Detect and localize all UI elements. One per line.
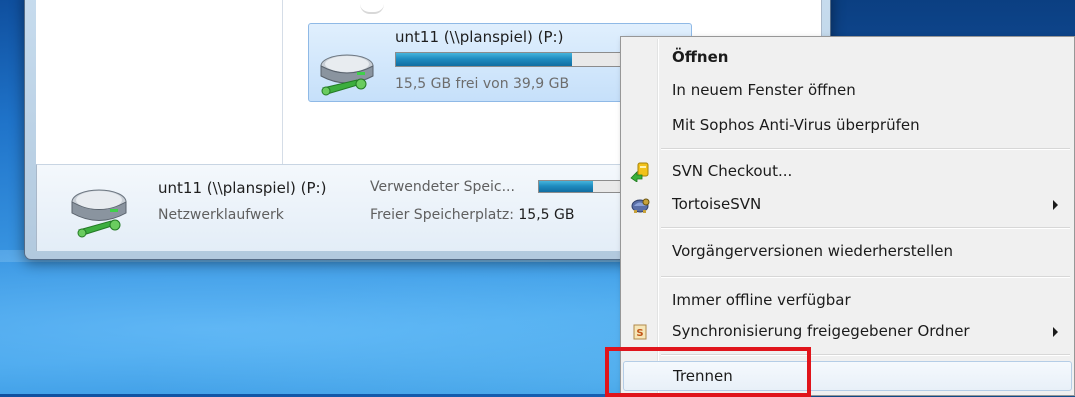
menu-item-svn-checkout[interactable]: SVN Checkout... — [623, 157, 1072, 187]
network-drive-icon — [320, 54, 374, 96]
details-usage-bar-fill — [539, 181, 593, 192]
sync-folder-icon: S — [633, 324, 647, 340]
menu-item-label: SVN Checkout... — [672, 162, 793, 180]
menu-item-tortoisesvn[interactable]: TortoiseSVN — [623, 190, 1072, 220]
tortoise-svn-icon — [631, 198, 650, 213]
drive-usage-bar-fill — [396, 53, 572, 66]
menu-item-open-new-window[interactable]: In neuem Fenster öffnen — [623, 76, 1072, 106]
context-menu: Öffnen In neuem Fenster öffnen Mit Sopho… — [620, 36, 1075, 396]
menu-item-label: TortoiseSVN — [672, 195, 762, 213]
details-used-space-label: Verwendeter Speic... — [370, 179, 515, 195]
navigation-pane[interactable] — [36, 0, 283, 164]
menu-item-restore-previous-versions[interactable]: Vorgängerversionen wiederherstellen — [623, 237, 1072, 267]
menu-item-label: Öffnen — [672, 48, 729, 66]
network-drive-icon — [71, 189, 127, 238]
svn-checkout-icon — [630, 162, 649, 182]
details-free-space-value: 15,5 GB — [518, 207, 575, 223]
menu-item-label: Mit Sophos Anti-Virus überprüfen — [672, 116, 920, 134]
drive-tile-name: unt11 (\\planspiel) (P:) — [395, 28, 564, 46]
menu-item-label: In neuem Fenster öffnen — [672, 81, 856, 99]
svg-text:S: S — [636, 328, 643, 339]
annotation-highlight-box — [605, 347, 811, 397]
menu-item-label: Immer offline verfügbar — [672, 291, 851, 309]
menu-item-sophos-scan[interactable]: Mit Sophos Anti-Virus überprüfen — [623, 111, 1072, 141]
menu-item-always-offline[interactable]: Immer offline verfügbar — [623, 286, 1072, 316]
submenu-arrow-icon — [1053, 327, 1058, 337]
menu-item-sync-shared-folder[interactable]: S Synchronisierung freigegebener Ordner — [623, 317, 1072, 347]
menu-separator — [661, 276, 1070, 278]
details-drive-name: unt11 (\\planspiel) (P:) — [158, 179, 327, 197]
menu-item-open[interactable]: Öffnen — [623, 43, 1072, 73]
details-free-space: Freier Speicherplatz: 15,5 GB — [370, 207, 574, 223]
submenu-arrow-icon — [1053, 200, 1058, 210]
menu-item-label: Synchronisierung freigegebener Ordner — [672, 322, 970, 340]
details-free-space-label: Freier Speicherplatz: — [370, 207, 514, 223]
menu-separator — [661, 148, 1070, 150]
menu-item-label: Vorgängerversionen wiederherstellen — [672, 242, 953, 260]
details-usage-bar — [538, 180, 628, 193]
details-drive-type: Netzwerklaufwerk — [158, 207, 284, 223]
drive-free-space-text: 15,5 GB frei von 39,9 GB — [395, 76, 570, 92]
menu-separator — [661, 227, 1070, 229]
